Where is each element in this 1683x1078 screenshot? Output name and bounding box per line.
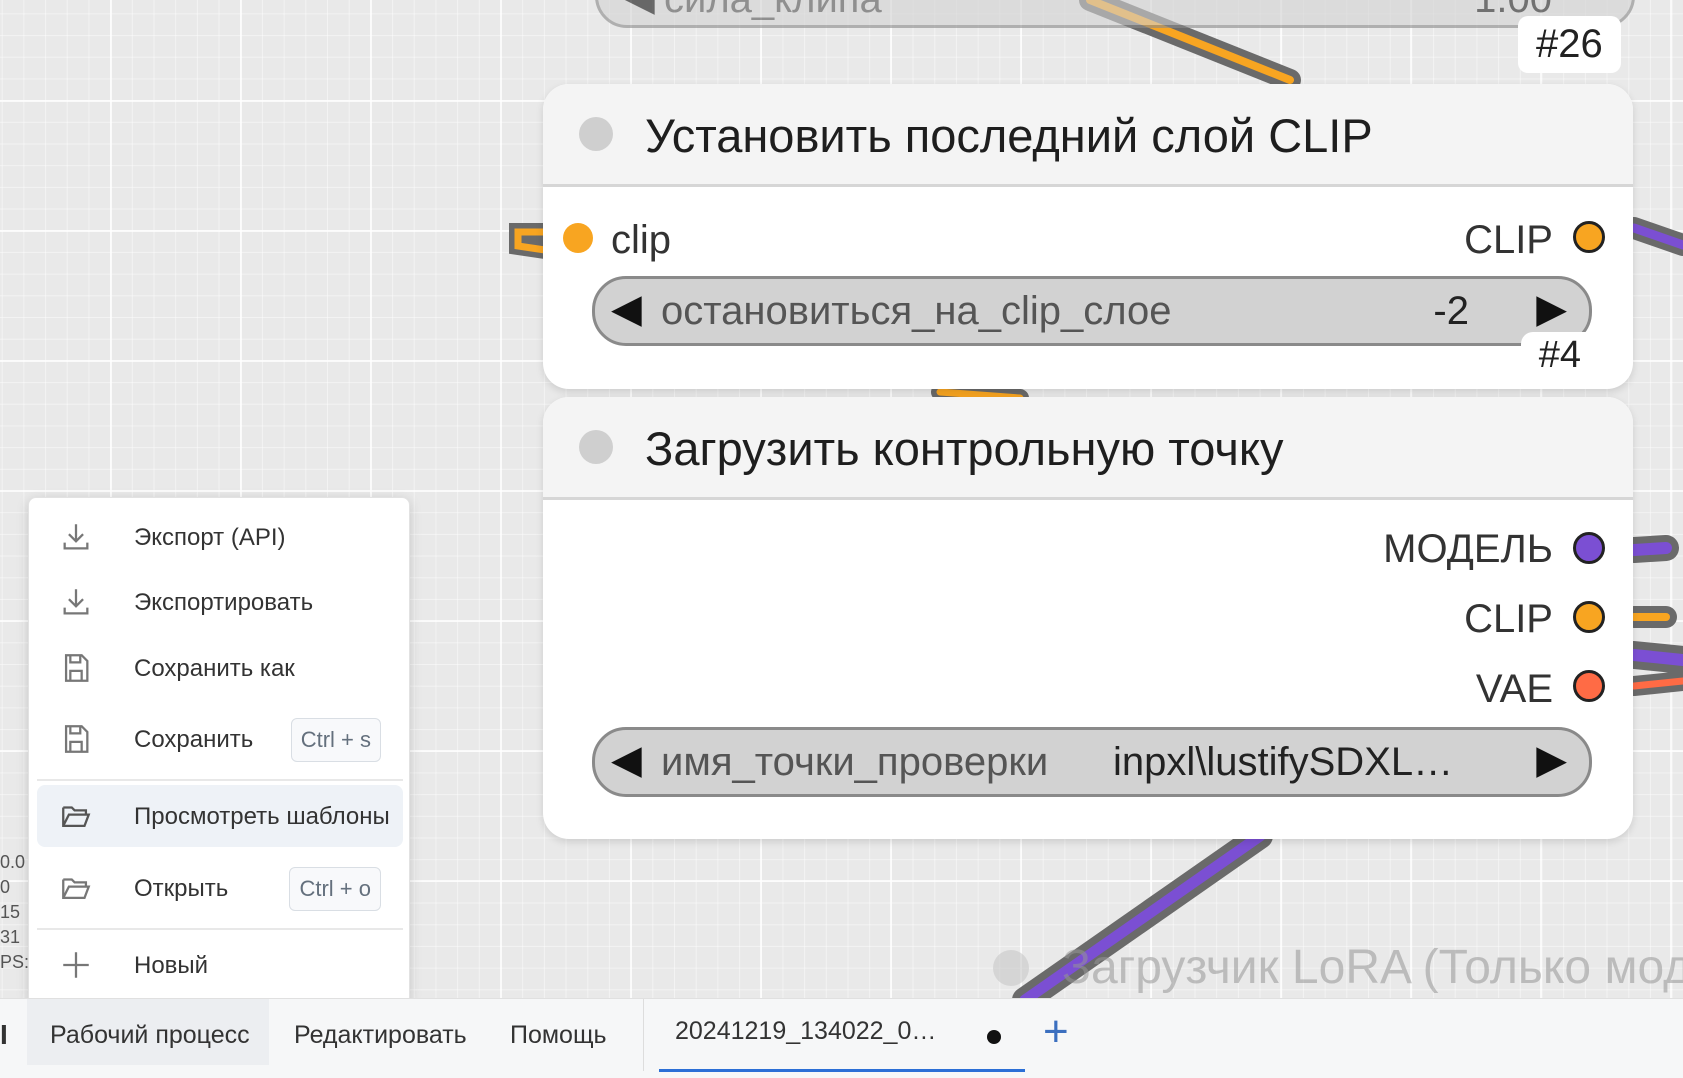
output-slot-clip[interactable] <box>1573 601 1605 633</box>
menu-item-save[interactable]: Сохранить Ctrl + s <box>37 708 403 770</box>
node-collapse-dot[interactable] <box>579 430 613 464</box>
app-logo-fragment: I <box>0 1019 8 1050</box>
plus-icon <box>63 952 89 978</box>
node-header[interactable]: Загрузить контрольную точку <box>543 397 1633 500</box>
node-title: Загрузить контрольную точку <box>645 422 1284 475</box>
arrow-left-icon: ◀ <box>624 0 655 20</box>
menu-edit[interactable]: Редактировать <box>294 1021 467 1050</box>
menubar: I Рабочий процесс Редактировать Помощь 2… <box>0 998 1683 1078</box>
tab-divider <box>643 999 644 1071</box>
output-label-model: МОДЕЛЬ <box>1383 527 1553 571</box>
node-header[interactable]: Установить последний слой CLIP <box>543 84 1633 187</box>
menu-item-label: Сохранить как <box>134 655 295 682</box>
menu-item-new[interactable]: Новый <box>37 934 403 996</box>
menu-item-open[interactable]: Открыть Ctrl + o <box>37 857 403 919</box>
widget-name: имя_точки_проверки <box>661 740 1049 784</box>
node-id-badge: #26 <box>1518 16 1621 73</box>
menu-item-browse-templates[interactable]: Просмотреть шаблоны <box>37 785 403 847</box>
download-icon <box>63 589 89 615</box>
widget-value: -2 <box>1433 289 1469 333</box>
download-icon <box>63 524 89 550</box>
canvas-stats: 0.0 0 15 31 PS: <box>0 850 29 975</box>
menu-item-save-as[interactable]: Сохранить как <box>37 637 403 699</box>
input-slot-clip[interactable] <box>563 223 593 253</box>
active-tab-indicator <box>659 1069 1025 1072</box>
shortcut-badge: Ctrl + s <box>290 718 381 762</box>
save-icon <box>64 725 89 753</box>
node-clip-set-last-layer[interactable]: Установить последний слой CLIP clip CLIP… <box>543 84 1633 389</box>
workflow-menu: Экспорт (API) Экспортировать Сохранить к… <box>28 497 410 1005</box>
widget-value: inpxl\lustifySDXL… <box>1113 740 1454 784</box>
shortcut-badge: Ctrl + o <box>289 867 381 911</box>
output-label-vae: VAE <box>1475 667 1553 711</box>
partial-strength-widget[interactable]: ◀ сила_клипа 1.00 <box>595 0 1635 28</box>
menu-divider <box>37 928 403 930</box>
output-label-clip: CLIP <box>1464 597 1553 641</box>
stat-line: 15 <box>0 902 21 922</box>
menu-item-label: Просмотреть шаблоны <box>134 803 390 830</box>
new-tab-button[interactable]: + <box>1043 1007 1069 1057</box>
output-label: CLIP <box>1464 218 1553 262</box>
arrow-left-icon[interactable]: ◀ <box>611 286 642 332</box>
menu-item-export-api[interactable]: Экспорт (API) <box>37 506 403 568</box>
save-icon <box>64 654 89 682</box>
arrow-right-icon[interactable]: ▶ <box>1536 286 1567 332</box>
workflow-tab[interactable]: 20241219_134022_0… <box>675 1017 936 1046</box>
menu-item-label: Новый <box>134 952 209 979</box>
node-collapse-dot[interactable] <box>579 117 613 151</box>
node-checkpoint-loader[interactable]: Загрузить контрольную точку МОДЕЛЬ CLIP … <box>543 397 1633 839</box>
menu-item-export[interactable]: Экспортировать <box>37 571 403 633</box>
folder-open-icon <box>62 878 91 900</box>
output-slot-clip[interactable] <box>1573 221 1605 253</box>
menu-help[interactable]: Помощь <box>510 1021 607 1050</box>
stat-line: 31 <box>0 927 21 947</box>
folder-open-icon <box>62 806 91 828</box>
node-title: Установить последний слой CLIP <box>645 109 1373 162</box>
stat-line: PS: <box>0 952 30 972</box>
output-slot-model[interactable] <box>1573 532 1605 564</box>
menu-item-label: Открыть <box>134 875 229 902</box>
stat-line: 0.0 <box>0 852 26 872</box>
input-label: clip <box>611 218 672 262</box>
output-slot-vae[interactable] <box>1573 670 1605 702</box>
widget-name: остановиться_на_clip_слое <box>661 289 1172 333</box>
arrow-right-icon[interactable]: ▶ <box>1536 737 1567 783</box>
arrow-left-icon[interactable]: ◀ <box>611 737 642 783</box>
unsaved-indicator-icon[interactable] <box>987 1030 1001 1044</box>
node-id-badge: #4 <box>1520 332 1607 377</box>
stat-line: 0 <box>0 877 11 897</box>
ghost-node-dot <box>993 950 1029 986</box>
checkpoint-name-widget[interactable]: ◀ имя_точки_проверки inpxl\lustifySDXL… … <box>592 727 1592 797</box>
menu-workflow[interactable]: Рабочий процесс <box>50 1021 250 1050</box>
ghost-node-title: Загрузчик LoRA (Только мод <box>1062 941 1683 994</box>
menu-item-label: Экспорт (API) <box>134 524 286 551</box>
clip-layer-widget[interactable]: ◀ остановиться_на_clip_слое -2 ▶ <box>592 276 1592 346</box>
menu-item-label: Сохранить <box>134 726 254 753</box>
widget-name: сила_клипа <box>664 0 882 22</box>
menu-divider <box>37 779 403 781</box>
menu-item-label: Экспортировать <box>134 589 314 616</box>
